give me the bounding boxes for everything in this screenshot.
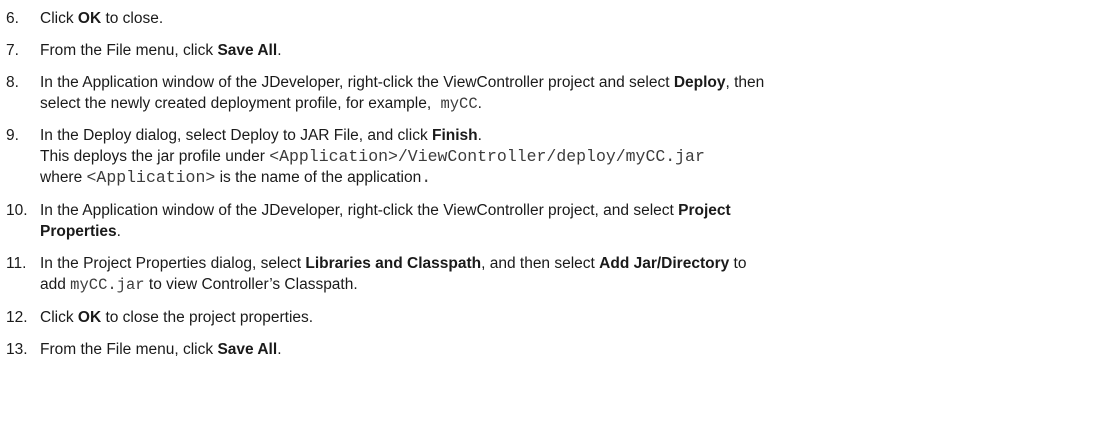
text-run: In the Application window of the JDevelo… <box>40 202 679 219</box>
step-line: Click OK to close the project properties… <box>40 307 1090 328</box>
text-run: Click <box>40 10 78 27</box>
step-number: 10. <box>6 202 28 219</box>
step-line: In the Application window of the JDevelo… <box>40 200 1090 221</box>
step-text: From the File menu, click Save All. <box>40 339 1090 360</box>
text-run: to close. <box>101 10 164 27</box>
step-line: In the Deploy dialog, select Deploy to J… <box>40 125 1090 146</box>
step-text: In the Project Properties dialog, select… <box>40 253 1090 295</box>
step-line: This deploys the jar profile under <Appl… <box>40 146 1090 167</box>
code-text: myCC <box>431 95 478 113</box>
text-run: add <box>40 276 71 293</box>
text-run: where <box>40 169 87 186</box>
text-run: In the Project Properties dialog, select <box>40 255 306 272</box>
text-run: In the Deploy dialog, select Deploy to J… <box>40 127 432 144</box>
step-text: In the Application window of the JDevelo… <box>40 72 1090 114</box>
text-run: to close the project properties. <box>101 309 314 326</box>
text-run: Click <box>40 309 78 326</box>
step-line: From the File menu, click Save All. <box>40 339 1090 360</box>
text-run: . <box>477 127 482 144</box>
step-number: 11. <box>6 255 27 272</box>
text-run: . <box>477 95 482 112</box>
step-line: where <Application> is the name of the a… <box>40 167 1090 188</box>
step-line: From the File menu, click Save All. <box>40 40 1090 61</box>
code-text: myCC.jar <box>70 276 145 294</box>
text-run: In the Application window of the JDevelo… <box>40 74 674 91</box>
text-run: . <box>277 341 282 358</box>
step-number: 13. <box>6 341 28 358</box>
step-text: In the Deploy dialog, select Deploy to J… <box>40 125 1090 188</box>
code-text: <Application>/ViewController/deploy/myCC… <box>269 147 705 166</box>
ui-term: Project <box>678 202 731 219</box>
ui-term: Libraries and Classpath <box>305 255 482 272</box>
step-text: Click OK to close. <box>40 8 1090 29</box>
step-number: 7. <box>6 42 19 59</box>
text-run: This deploys the jar profile under <box>40 148 270 165</box>
text-run: , then <box>725 74 765 91</box>
step-line: In the Application window of the JDevelo… <box>40 72 1090 93</box>
text-run: to view Controller’s Classpath. <box>144 276 358 293</box>
step-number: 9. <box>6 127 19 144</box>
step-text: Click OK to close the project properties… <box>40 307 1090 328</box>
ui-term: OK <box>77 10 102 27</box>
step-number: 6. <box>6 10 19 27</box>
text-run: . <box>116 223 121 240</box>
step-text: From the File menu, click Save All. <box>40 40 1090 61</box>
ui-term: Save All <box>217 341 278 358</box>
ui-term: Properties <box>40 223 117 240</box>
ui-term: Add Jar/Directory <box>599 255 730 272</box>
text-run: to <box>729 255 747 272</box>
code-text: . <box>421 168 432 187</box>
step-number: 8. <box>6 74 19 91</box>
step-line: add myCC.jar to view Controller’s Classp… <box>40 274 1090 295</box>
text-run: . <box>277 42 282 59</box>
text-run: From the File menu, click <box>40 341 218 358</box>
text-run: From the File menu, click <box>40 42 218 59</box>
text-run: select the newly created deployment prof… <box>40 95 432 112</box>
code-text: <Application> <box>86 168 216 187</box>
step-line: Click OK to close. <box>40 8 1090 29</box>
ui-term: Finish <box>432 127 478 144</box>
step-line: select the newly created deployment prof… <box>40 93 1090 114</box>
text-run: is the name of the application <box>215 169 422 186</box>
step-line: In the Project Properties dialog, select… <box>40 253 1090 274</box>
text-run: , and then select <box>481 255 600 272</box>
step-line: Properties. <box>40 221 1090 242</box>
step-text: In the Application window of the JDevelo… <box>40 200 1090 242</box>
ui-term: Deploy <box>673 74 726 91</box>
ui-term: OK <box>77 309 102 326</box>
step-number: 12. <box>6 309 28 326</box>
ui-term: Save All <box>217 42 278 59</box>
